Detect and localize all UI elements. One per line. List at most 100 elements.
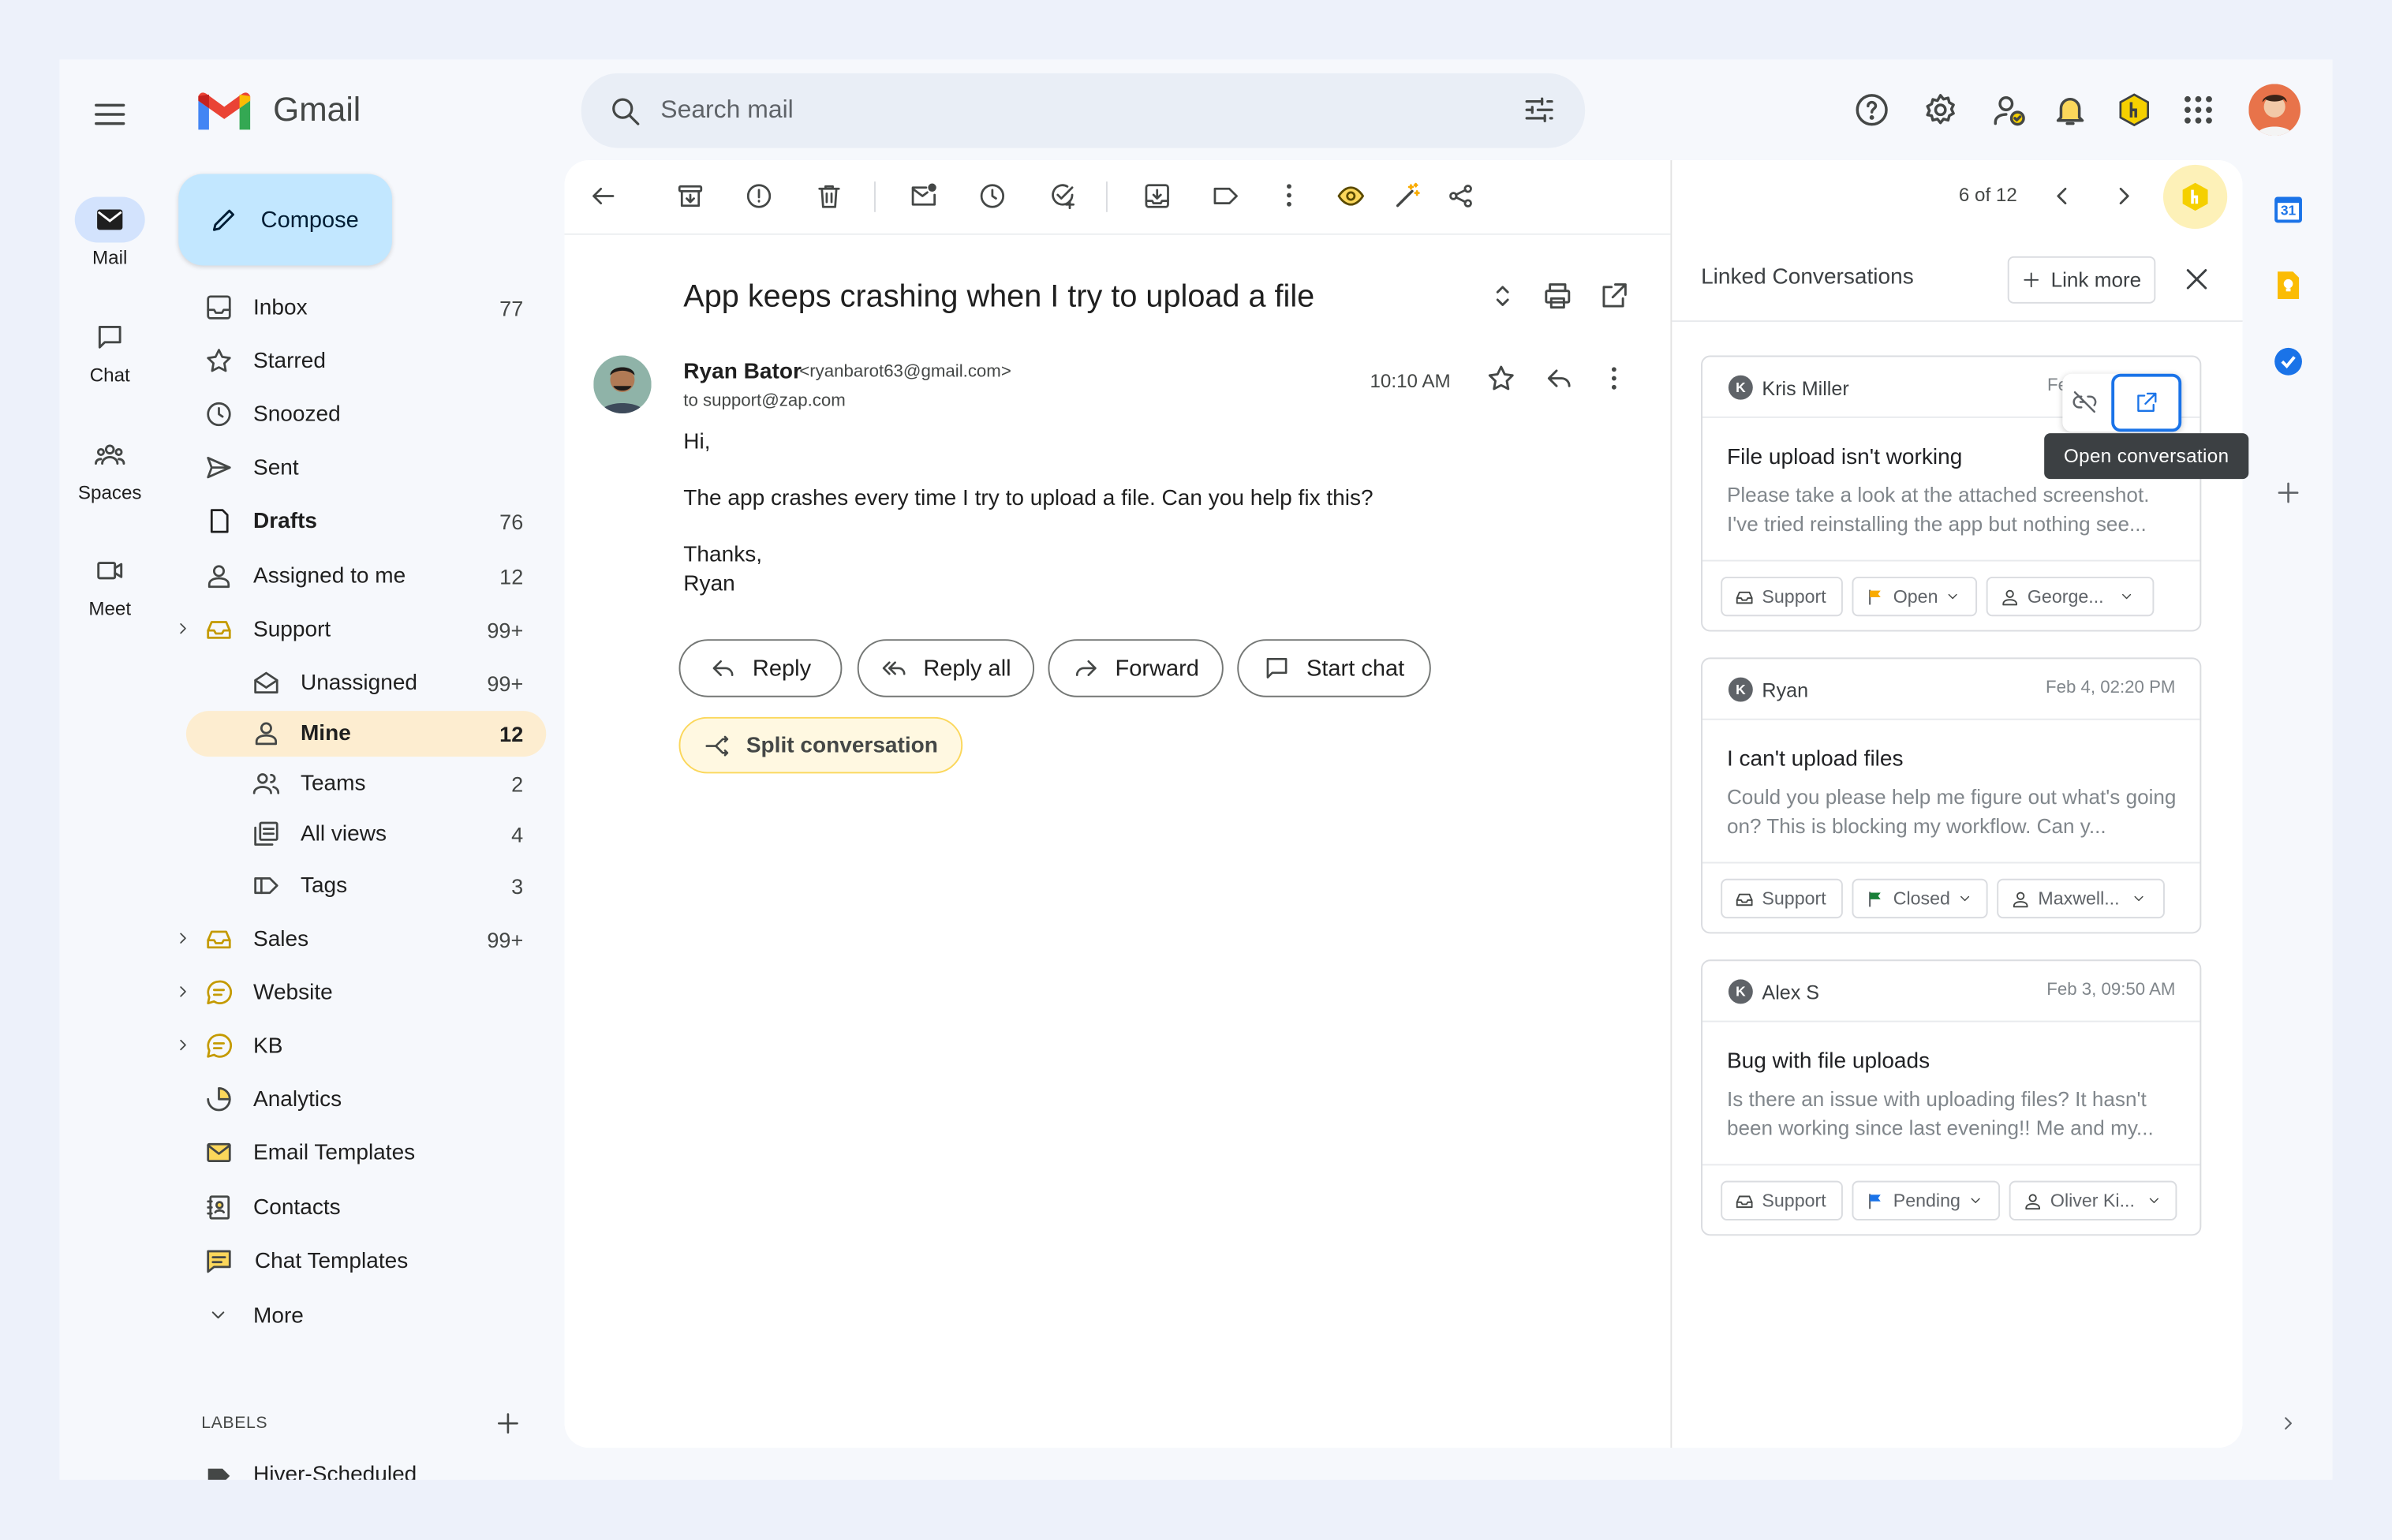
gmail-logo[interactable] (194, 88, 255, 134)
reply-button[interactable]: Reply (678, 639, 843, 697)
sidebar-item-website[interactable]: Website (180, 970, 546, 1016)
add-to-tasks-icon[interactable] (1047, 180, 1081, 214)
sidebar-item-support[interactable]: Support 99+ (180, 607, 546, 653)
status-chip[interactable]: Closed (1852, 878, 1988, 919)
inbox-chip[interactable]: Support (1721, 878, 1843, 919)
sidebar-item-snoozed[interactable]: Snoozed (186, 392, 546, 438)
archive-icon[interactable] (675, 180, 708, 214)
apps-grid-icon[interactable] (2180, 92, 2216, 128)
share-icon[interactable] (1445, 180, 1478, 214)
chevron-right-icon[interactable] (174, 929, 192, 948)
open-conversation-button[interactable] (2111, 373, 2182, 432)
sidebar-item-analytics[interactable]: Analytics (186, 1077, 546, 1123)
sidebar-item-mine[interactable]: Mine 12 (185, 711, 547, 757)
delete-icon[interactable] (813, 180, 847, 214)
search-bar[interactable] (581, 73, 1586, 148)
linked-conversation-card[interactable]: K Ryan Feb 4, 02:20 PM I can't upload fi… (1701, 657, 2202, 934)
sidebar-item-teams[interactable]: Teams 2 (186, 761, 546, 807)
star-icon[interactable] (1486, 363, 1516, 394)
expand-collapse-icon[interactable] (1487, 281, 1518, 312)
search-icon[interactable] (609, 94, 643, 128)
notifications-bell-icon[interactable] (2052, 92, 2088, 128)
main-menu-icon[interactable] (92, 96, 128, 133)
sidebar-item-email-templates[interactable]: Email Templates (186, 1131, 546, 1176)
start-chat-button[interactable]: Start chat (1237, 639, 1431, 697)
search-input[interactable] (660, 95, 1485, 125)
person-status-icon[interactable] (1990, 92, 2027, 128)
sidebar-item-count: 99+ (487, 671, 524, 696)
assignee-chip[interactable]: Maxwell... (1997, 878, 2165, 919)
sidebar-item-assigned-to-me[interactable]: Assigned to me 12 (186, 554, 546, 600)
sidebar-item-sent[interactable]: Sent (186, 446, 546, 492)
reply-all-button[interactable]: Reply all (857, 639, 1035, 697)
snooze-clock-icon[interactable] (977, 180, 1011, 214)
split-conversation-label: Split conversation (746, 733, 938, 758)
settings-gear-icon[interactable] (1922, 92, 1958, 128)
sidebar-item-inbox[interactable]: Inbox 77 (186, 286, 546, 331)
sidebar-item-unassigned[interactable]: Unassigned 99+ (186, 660, 546, 706)
label-item-hiver-scheduled[interactable]: Hiver-Scheduled (186, 1452, 546, 1480)
chevron-down-icon (207, 1304, 229, 1325)
reply-all-label: Reply all (923, 655, 1011, 682)
sidebar-item-tags[interactable]: Tags 3 (186, 863, 546, 909)
sidebar-item-contacts[interactable]: Contacts (186, 1185, 546, 1231)
magic-wand-icon[interactable] (1392, 180, 1426, 214)
sidebar-item-drafts[interactable]: Drafts 76 (186, 499, 546, 544)
chevron-down-icon (1949, 593, 1958, 600)
report-spam-icon[interactable] (743, 180, 777, 214)
sidebar-item-count: 77 (499, 296, 524, 321)
sidebar-item-more[interactable]: More (186, 1294, 546, 1340)
rail-chat[interactable]: Chat (59, 314, 160, 386)
draft-icon (204, 506, 234, 536)
mark-unread-icon[interactable] (908, 180, 942, 214)
hiver-extension-icon[interactable] (2116, 92, 2152, 128)
inbox-chip[interactable]: Support (1721, 576, 1843, 617)
card-contact-name: Alex S (1762, 981, 1820, 1004)
status-chip[interactable]: Pending (1852, 1180, 2001, 1220)
compose-button[interactable]: Compose (178, 174, 392, 266)
add-app-icon[interactable] (2274, 479, 2302, 506)
reply-icon[interactable] (1544, 363, 1575, 394)
status-chip[interactable]: Open (1852, 576, 1978, 617)
calendar-icon[interactable]: 31 (2273, 194, 2304, 225)
sidebar-item-label: Email Templates (252, 1141, 416, 1166)
chevron-right-icon[interactable] (174, 982, 192, 1000)
rail-meet[interactable]: Meet (59, 548, 160, 619)
inbox-chip[interactable]: Support (1721, 1180, 1843, 1220)
sidebar-item-sales[interactable]: Sales 99+ (180, 917, 546, 962)
move-to-icon[interactable] (1141, 180, 1175, 214)
rail-spaces[interactable]: Spaces (59, 432, 160, 503)
link-more-button[interactable]: Link more (2007, 256, 2156, 304)
assignee-chip[interactable]: George... (1986, 576, 2155, 617)
sidebar-item-starred[interactable]: Starred (186, 338, 546, 384)
print-icon[interactable] (1542, 281, 1573, 312)
pane-divider (1672, 320, 2243, 323)
chevron-right-icon[interactable] (174, 1036, 192, 1054)
unlink-icon[interactable] (2072, 389, 2098, 415)
sidebar-item-kb[interactable]: KB (180, 1024, 546, 1070)
close-icon[interactable] (2181, 264, 2212, 295)
sidebar-item-all-views[interactable]: All views 4 (186, 812, 546, 858)
split-conversation-button[interactable]: Split conversation (678, 716, 963, 774)
sidebar-item-label: Teams (300, 772, 366, 797)
linked-conversation-card[interactable]: K Alex S Feb 3, 09:50 AM Bug with file u… (1701, 959, 2202, 1236)
help-icon[interactable] (1853, 92, 1889, 128)
eye-icon[interactable] (1335, 180, 1369, 214)
filter-options-icon[interactable] (1523, 93, 1557, 127)
back-arrow-icon[interactable] (587, 180, 621, 214)
linked-conversation-card[interactable]: K Kris Miller Fe File upload isn't worki… (1701, 355, 2202, 632)
label-icon[interactable] (1209, 180, 1243, 214)
account-avatar[interactable] (2248, 84, 2301, 136)
expand-side-panel-icon[interactable] (2278, 1413, 2299, 1434)
tasks-icon[interactable] (2273, 346, 2304, 377)
add-label-icon[interactable] (495, 1410, 522, 1437)
sidebar-item-chat-templates[interactable]: Chat Templates (186, 1239, 546, 1284)
open-new-window-icon[interactable] (1599, 281, 1630, 312)
rail-mail[interactable]: Mail (59, 196, 160, 268)
forward-button[interactable]: Forward (1048, 639, 1224, 697)
keep-icon[interactable] (2273, 270, 2304, 301)
more-vert-icon[interactable] (1599, 363, 1630, 394)
assignee-chip[interactable]: Oliver Ki... (2009, 1180, 2177, 1220)
more-vert-icon[interactable] (1274, 180, 1308, 214)
chevron-right-icon[interactable] (174, 619, 192, 637)
